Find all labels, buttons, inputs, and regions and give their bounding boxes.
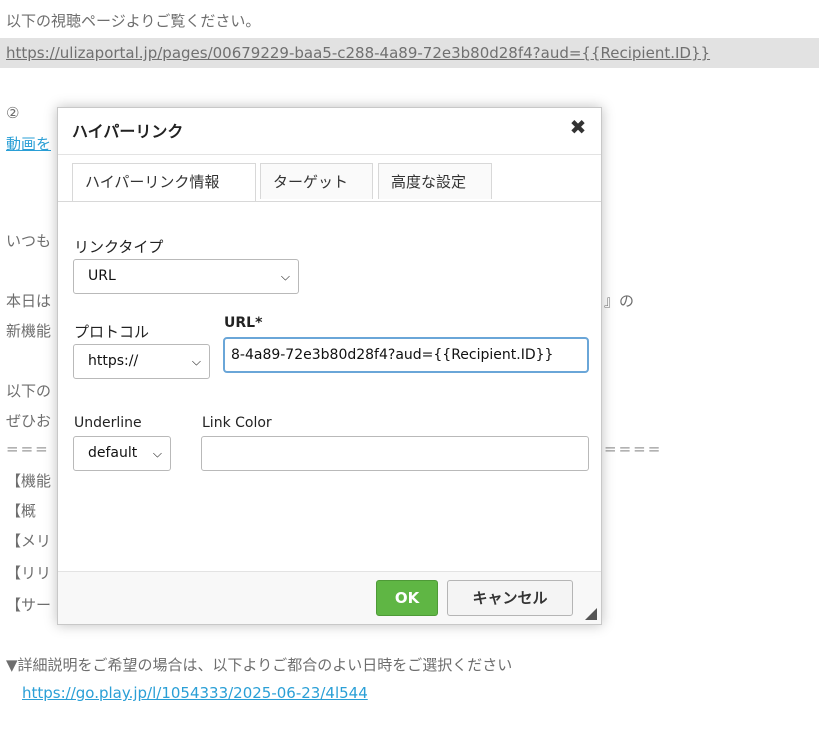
circle-number: ② — [6, 104, 20, 122]
intro-text: 以下の視聴ページよりご覧ください。 — [6, 12, 261, 30]
dialog-footer: OK キャンセル — [58, 571, 601, 624]
link-type-value: URL — [88, 268, 116, 284]
underline-value: default — [88, 445, 138, 461]
tab-target[interactable]: ターゲット — [260, 163, 373, 199]
please-text: ぜひお — [6, 412, 52, 430]
protocol-label: プロトコル — [74, 323, 150, 341]
cancel-button[interactable]: キャンセル — [447, 580, 573, 616]
release-bracket: 【リリ — [6, 564, 52, 582]
url-input[interactable]: 8-4a89-72e3b80d28f4?aud={{Recipient.ID}} — [223, 337, 589, 373]
link-type-select[interactable]: URL ⌵ — [73, 259, 299, 294]
separator-left: === — [6, 440, 50, 458]
ok-button[interactable]: OK — [376, 580, 438, 616]
url-label: URL* — [224, 315, 263, 331]
tab-hyperlink-info[interactable]: ハイパーリンク情報 — [72, 163, 256, 201]
greeting-text: いつも — [6, 232, 52, 250]
merit-bracket: 【メリ — [6, 532, 52, 550]
resize-handle-icon[interactable] — [585, 608, 597, 620]
tab-bar: ハイパーリンク情報 ターゲット 高度な設定 — [58, 154, 601, 202]
service-bracket: 【サー — [6, 596, 52, 614]
detail-link-line[interactable]: https://go.play.jp/l/1054333/2025-06-23/… — [22, 684, 368, 702]
underline-select[interactable]: default ⌵ — [73, 436, 171, 471]
separator-right: ==== — [604, 440, 663, 458]
tab-advanced-settings[interactable]: 高度な設定 — [378, 163, 492, 199]
link-color-input[interactable] — [201, 436, 589, 471]
underline-label: Underline — [74, 415, 142, 431]
video-link[interactable]: 動画を — [6, 135, 51, 153]
chevron-down-icon: ⌵ — [280, 269, 290, 283]
selected-url-text[interactable]: https://ulizaportal.jp/pages/00679229-ba… — [6, 44, 710, 62]
video-link-fragment[interactable]: 動画を — [6, 133, 51, 154]
link-type-label: リンクタイプ — [74, 238, 164, 256]
dialog-title: ハイパーリンク — [72, 122, 184, 141]
following-text: 以下の — [6, 382, 52, 400]
hyperlink-dialog: ハイパーリンク ✖ ハイパーリンク情報 ターゲット 高度な設定 リンクタイプ U… — [57, 107, 602, 625]
close-icon[interactable]: ✖ — [567, 116, 589, 138]
url-link[interactable]: https://ulizaportal.jp/pages/00679229-ba… — [6, 44, 710, 62]
chevron-down-icon: ⌵ — [152, 446, 162, 460]
protocol-select[interactable]: https:// ⌵ — [73, 344, 210, 379]
chevron-down-icon: ⌵ — [191, 354, 201, 368]
feature-bracket: 【機能 — [6, 472, 52, 490]
today-text: 本日は — [6, 292, 52, 310]
detail-link[interactable]: https://go.play.jp/l/1054333/2025-06-23/… — [22, 684, 368, 702]
link-color-label: Link Color — [202, 415, 272, 431]
bracket-tail-text: 』の — [604, 292, 635, 310]
protocol-value: https:// — [88, 353, 139, 369]
overview-bracket: 【概 — [6, 502, 37, 520]
detail-text: ▼詳細説明をご希望の場合は、以下よりご都合のよい日時をご選択ください — [6, 656, 513, 674]
new-feature-text: 新機能 — [6, 322, 52, 340]
